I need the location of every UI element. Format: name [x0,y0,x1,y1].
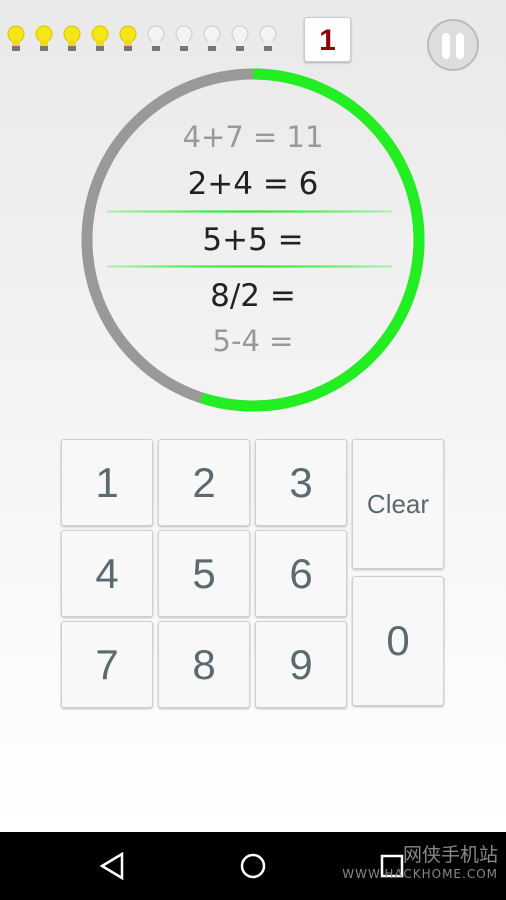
key-0[interactable]: 0 [352,576,444,706]
back-icon [99,851,124,881]
equation-upcoming: 5-4 = [212,324,294,358]
key-2[interactable]: 2 [158,439,250,526]
home-icon [240,853,266,879]
key-5[interactable]: 5 [158,530,250,617]
android-nav-bar: 网侠手机站 WWW.HACKHOME.COM [0,832,506,900]
equation-answered: 2+4 = 6 [187,166,319,202]
key-4[interactable]: 4 [61,530,153,617]
key-7[interactable]: 7 [61,621,153,708]
divider-bottom [107,265,392,268]
key-6[interactable]: 6 [255,530,347,617]
equation-previous: 4+7 = 11 [182,120,324,154]
divider-top [107,210,392,213]
key-8[interactable]: 8 [158,621,250,708]
key-clear[interactable]: Clear [352,439,444,569]
key-1[interactable]: 1 [61,439,153,526]
key-3[interactable]: 3 [255,439,347,526]
key-9[interactable]: 9 [255,621,347,708]
equation-current: 5+5 = [202,222,304,258]
equation-next: 8/2 = [210,278,296,314]
watermark-logo: 网侠手机站 WWW.HACKHOME.COM [342,844,498,881]
